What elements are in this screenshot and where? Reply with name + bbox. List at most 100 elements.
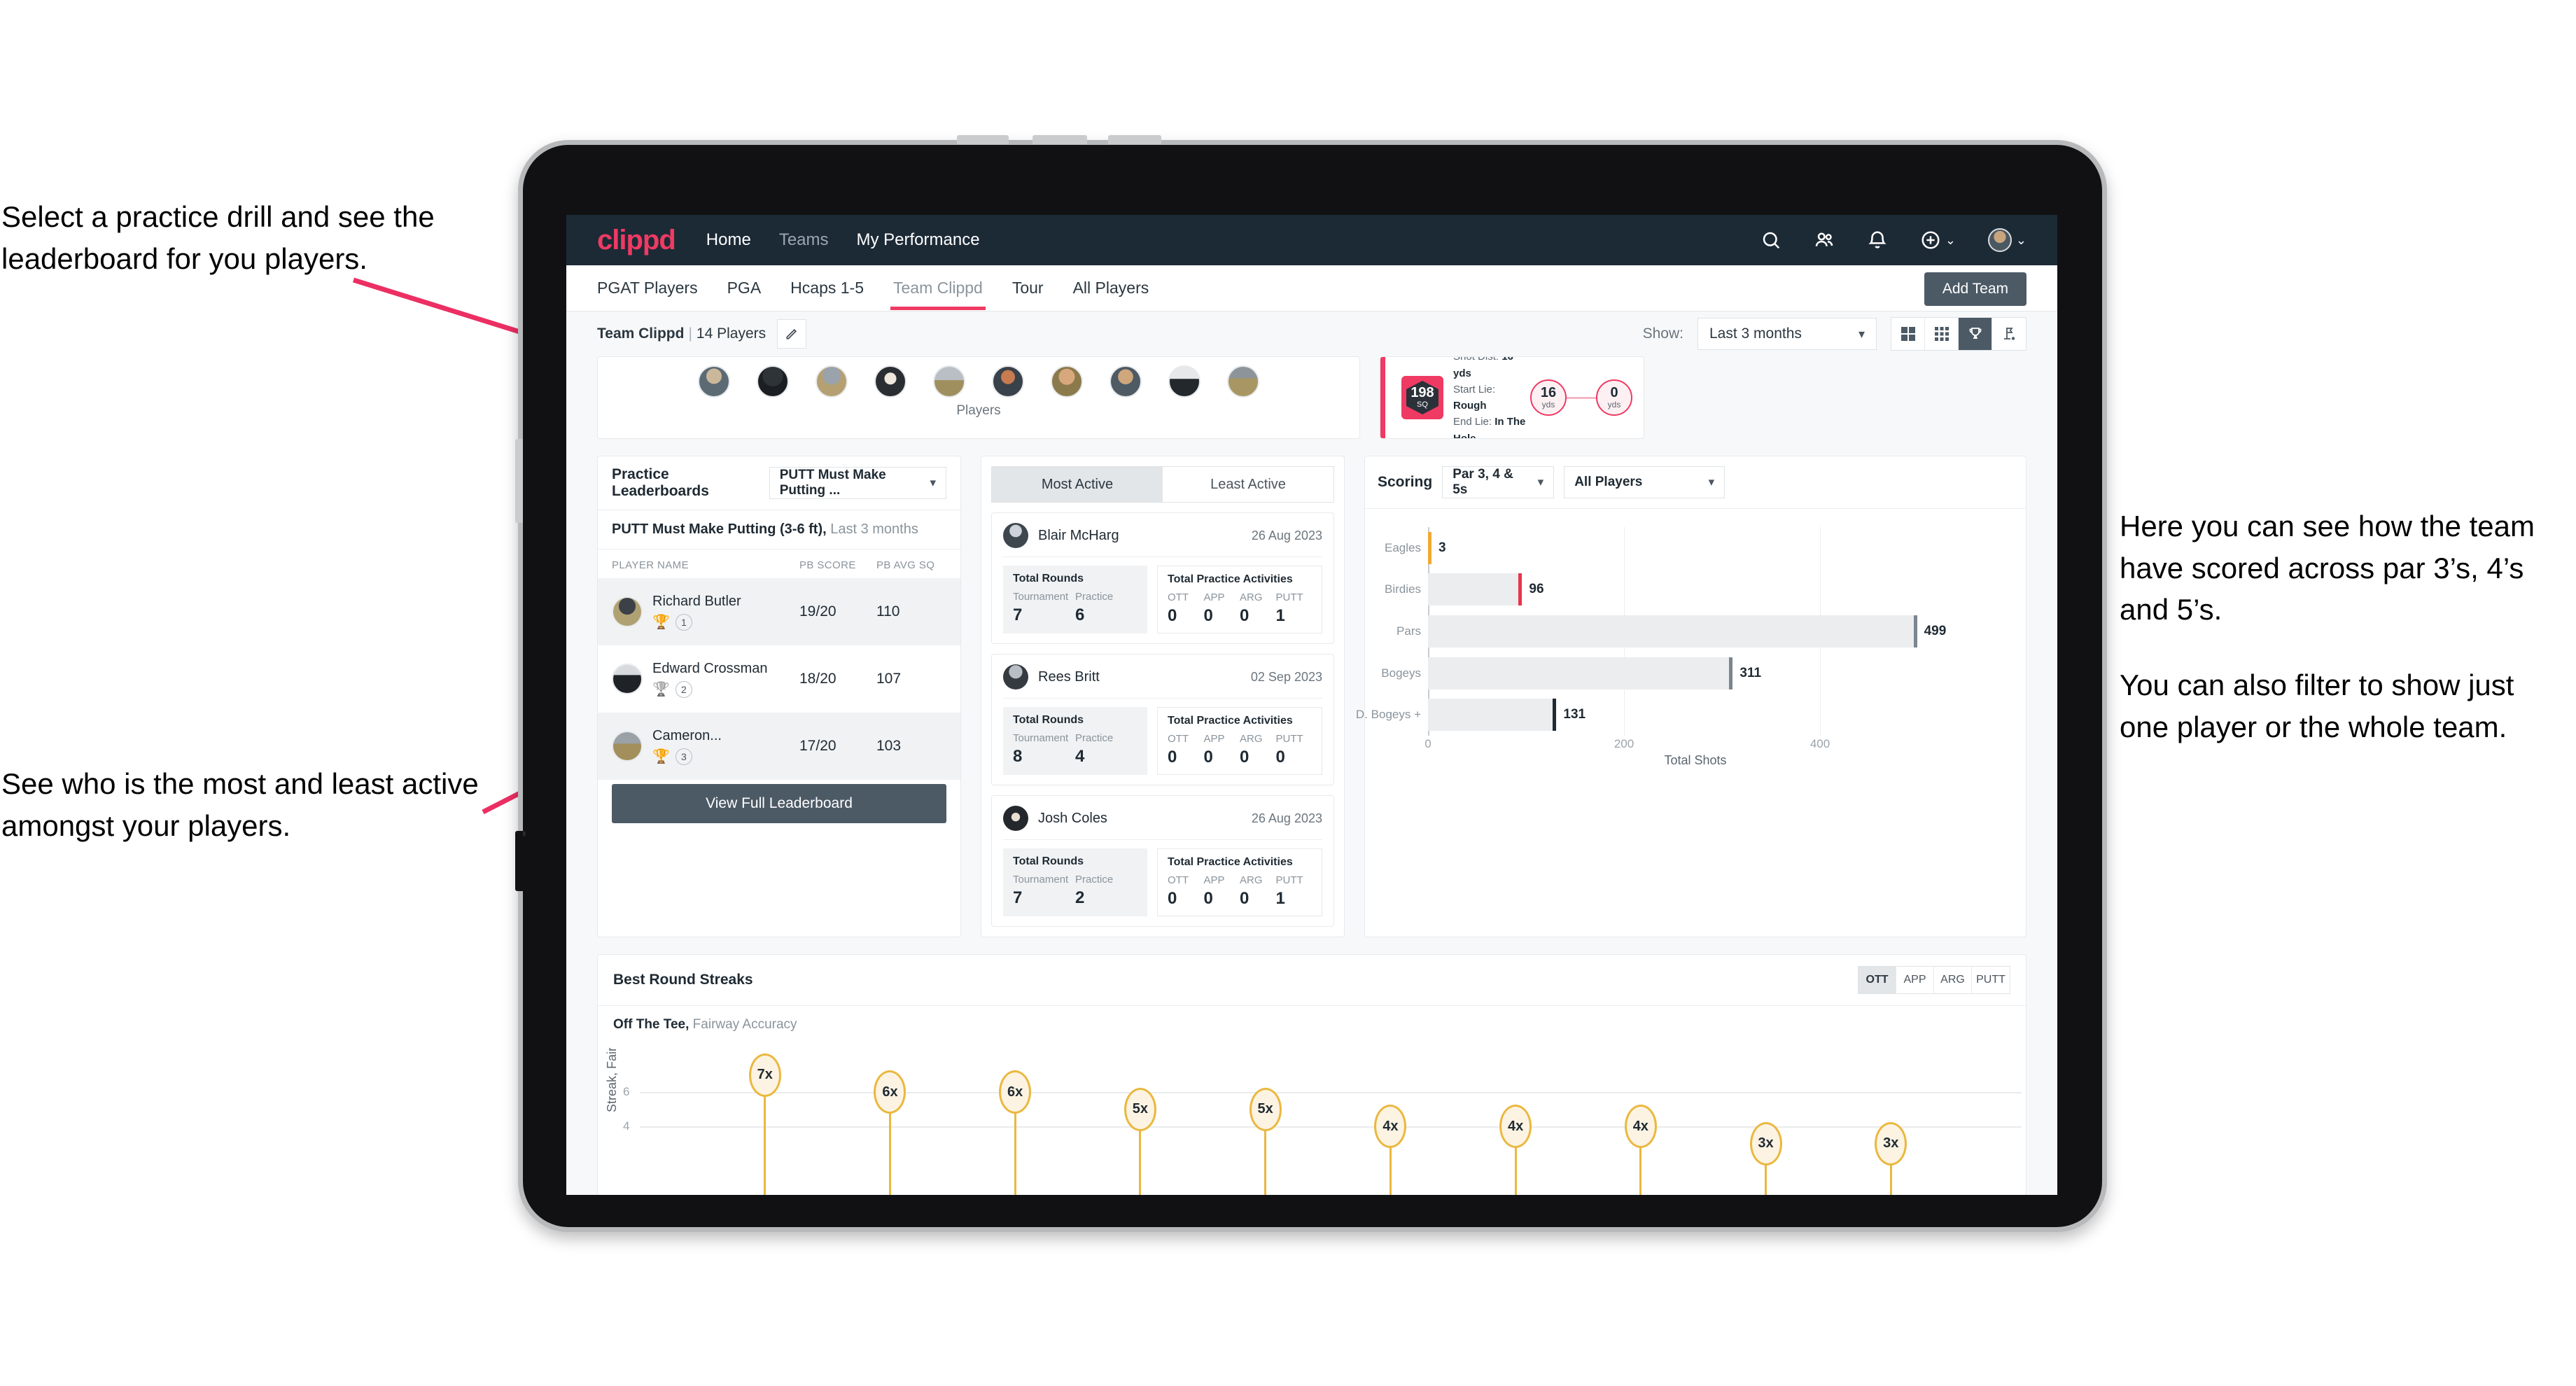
tablet-top-buttons: [957, 135, 1223, 145]
grid-small-icon[interactable]: [1925, 318, 1959, 350]
tab-most-active[interactable]: Most Active: [992, 467, 1163, 502]
tab-pgat-players[interactable]: PGAT Players: [597, 266, 698, 310]
search-icon[interactable]: [1760, 230, 1782, 251]
total-practice-box: Total Practice Activities OTT 0 APP 0 ARG 0…: [1157, 848, 1322, 916]
streaks-marker[interactable]: 7x: [748, 1053, 781, 1097]
toggle-putt[interactable]: PUTT: [1972, 967, 2010, 993]
nav-link-teams[interactable]: Teams: [779, 230, 829, 250]
list-item[interactable]: Josh Coles 26 Aug 2023 Total Rounds Tour…: [991, 795, 1334, 927]
scoring-bar-tip: [1729, 657, 1733, 690]
rounds-tournament: Tournament 7: [1013, 874, 1075, 908]
streaks-marker[interactable]: 4x: [1374, 1105, 1407, 1148]
avatar[interactable]: [698, 365, 730, 398]
scoring-x-tick: 200: [1614, 737, 1634, 750]
total-rounds-title: Total Rounds: [1013, 855, 1084, 867]
leaderboard-player: Cameron... 🏆 3: [652, 728, 799, 765]
avatar[interactable]: [1987, 228, 2012, 252]
people-icon[interactable]: [1814, 230, 1835, 251]
table-row[interactable]: Cameron... 🏆 3 17/20 103: [598, 713, 960, 780]
avatar[interactable]: [757, 365, 789, 398]
pb-avg-sq: 110: [876, 603, 900, 620]
streaks-marker[interactable]: 6x: [874, 1070, 906, 1114]
drill-select[interactable]: PUTT Must Make Putting ... ▾: [769, 467, 946, 499]
tab-pga[interactable]: PGA: [727, 266, 762, 310]
nav-actions: ⌄ ⌄: [1760, 228, 2026, 252]
list-item[interactable]: Rees Britt 02 Sep 2023 Total Rounds Tour…: [991, 654, 1334, 785]
leaderboard-drill-name: PUTT Must Make Putting (3-6 ft),: [612, 522, 827, 537]
plus-circle-icon[interactable]: [1920, 230, 1941, 251]
scoring-x-tick: 400: [1809, 737, 1830, 750]
edit-team-button[interactable]: [777, 319, 807, 349]
streaks-marker[interactable]: 4x: [1624, 1105, 1657, 1148]
streaks-marker[interactable]: 3x: [1749, 1121, 1782, 1166]
rounds-practice: Practice 6: [1075, 591, 1138, 625]
practice-ott-label: OTT: [1168, 874, 1189, 886]
avatar[interactable]: [1051, 365, 1083, 398]
players-filter-select[interactable]: All Players ▾: [1564, 466, 1726, 498]
avatar[interactable]: [1227, 365, 1259, 398]
avatar[interactable]: [874, 365, 906, 398]
par-filter-select[interactable]: Par 3, 4 & 5s ▾: [1442, 466, 1555, 498]
scoring-bar-chart: 0 200 400 Eagles 3 Birdies 96 Pars 499 Bogeys 311 D…: [1356, 527, 2026, 767]
trophy-icon[interactable]: [1959, 318, 1992, 350]
practice-app: APP 0: [1204, 592, 1240, 626]
shot-detail-lines: Shot Dist: 16 yds Start Lie: Rough End L…: [1453, 357, 1530, 438]
nav-link-home[interactable]: Home: [706, 230, 751, 250]
streaks-marker[interactable]: 4x: [1499, 1105, 1532, 1148]
total-rounds-values: Tournament 7 Practice 2: [1013, 874, 1138, 908]
table-row[interactable]: Edward Crossman 🏆 2 18/20 107: [598, 645, 960, 713]
avatar[interactable]: [992, 365, 1024, 398]
player-badges: 🏆 3: [652, 748, 799, 765]
toggle-ott[interactable]: OTT: [1858, 967, 1896, 993]
avatar[interactable]: [816, 365, 848, 398]
clippd-logo[interactable]: clippd: [597, 225, 676, 256]
players-avatar-row: [598, 363, 1359, 398]
main-nav-links: Home Teams My Performance: [706, 230, 980, 250]
view-full-leaderboard-button[interactable]: View Full Leaderboard: [612, 784, 946, 823]
add-menu[interactable]: ⌄: [1920, 230, 1956, 251]
scoring-x-tick: 0: [1424, 737, 1432, 750]
avatar[interactable]: [933, 365, 965, 398]
streaks-title: Best Round Streaks: [613, 972, 753, 988]
avatar: [1003, 523, 1028, 548]
table-row[interactable]: Richard Butler 🏆 1 19/20 110: [598, 578, 960, 645]
practice-putt-value: 1: [1275, 606, 1285, 625]
rounds-tournament: Tournament 7: [1013, 591, 1075, 625]
total-rounds-values: Tournament 8 Practice 4: [1013, 732, 1138, 766]
leaderboard-column-headers: PLAYER NAME PB SCORE PB AVG SQ: [598, 550, 960, 578]
tab-all-players[interactable]: All Players: [1073, 266, 1149, 310]
streaks-marker[interactable]: 6x: [999, 1070, 1032, 1114]
toggle-app[interactable]: APP: [1896, 967, 1934, 993]
rank-badge: 1: [675, 613, 692, 631]
tab-least-active[interactable]: Least Active: [1163, 467, 1334, 502]
start-distance-unit: yds: [1541, 400, 1555, 410]
start-lie-value: Rough: [1453, 400, 1487, 412]
tab-team-clippd[interactable]: Team Clippd: [890, 266, 986, 310]
tab-hcaps-1-5[interactable]: Hcaps 1-5: [790, 266, 864, 310]
practice-putt-label: PUTT: [1275, 874, 1303, 886]
practice-ott: OTT 0: [1168, 592, 1204, 626]
streaks-category-name: Off The Tee,: [613, 1017, 690, 1032]
scoring-bar: [1428, 573, 1519, 606]
start-distance-value: 16: [1540, 385, 1557, 400]
show-period-select[interactable]: Last 3 months ▾: [1698, 318, 1877, 350]
total-practice-title: Total Practice Activities: [1168, 856, 1293, 868]
toggle-arg[interactable]: ARG: [1934, 967, 1972, 993]
rounds-tournament-label: Tournament: [1013, 591, 1069, 603]
account-menu[interactable]: ⌄: [1987, 228, 2026, 252]
players-filter-value: All Players: [1574, 475, 1643, 489]
add-team-button[interactable]: Add Team: [1924, 272, 2026, 306]
tab-tour[interactable]: Tour: [1012, 266, 1044, 310]
avatar[interactable]: [1168, 365, 1200, 398]
nav-link-my-performance[interactable]: My Performance: [857, 230, 980, 250]
bell-icon[interactable]: [1867, 230, 1888, 251]
avatar[interactable]: [1110, 365, 1142, 398]
streaks-marker[interactable]: 5x: [1249, 1087, 1282, 1131]
grid-large-icon[interactable]: [1891, 318, 1925, 350]
streaks-marker[interactable]: 5x: [1124, 1087, 1156, 1131]
list-item[interactable]: Blair McHarg 26 Aug 2023 Total Rounds To…: [991, 512, 1334, 644]
flag-icon[interactable]: [1992, 318, 2026, 350]
rounds-practice-label: Practice: [1075, 591, 1114, 603]
streaks-marker[interactable]: 3x: [1875, 1121, 1907, 1166]
practice-leaderboards-panel: Practice Leaderboards PUTT Must Make Put…: [597, 456, 961, 937]
